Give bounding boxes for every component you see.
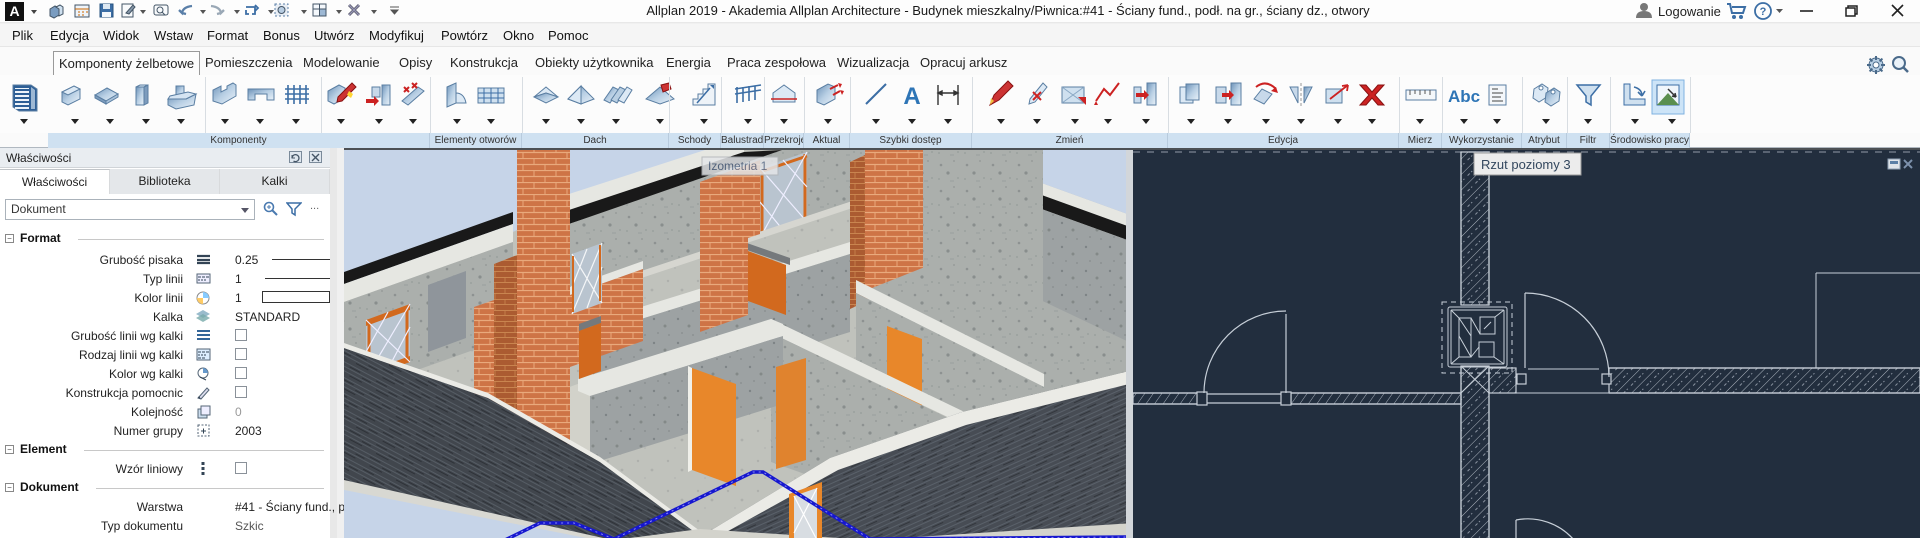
svg-text:A: A <box>903 83 920 110</box>
svg-text:Izometria 1: Izometria 1 <box>708 159 768 173</box>
svg-text:Rzut poziomy 3: Rzut poziomy 3 <box>1481 157 1571 172</box>
svg-text:Logowanie: Logowanie <box>1658 4 1721 19</box>
svg-text:Abc: Abc <box>1448 87 1480 106</box>
svg-text:?: ? <box>1760 6 1767 18</box>
